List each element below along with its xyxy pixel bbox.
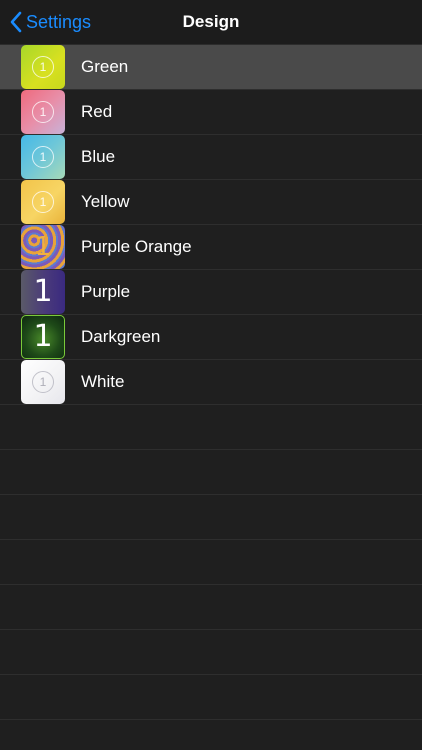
badge-number: 1 bbox=[33, 274, 53, 309]
design-list: 1 Green 1 Red 1 Blue 1 Yellow 1 Purple O… bbox=[0, 45, 422, 720]
red-theme-thumbnail: 1 bbox=[21, 90, 65, 134]
design-label: Red bbox=[81, 102, 113, 121]
empty-row bbox=[0, 675, 422, 720]
white-theme-thumbnail: 1 bbox=[21, 360, 65, 404]
navigation-bar: Settings Design bbox=[0, 0, 422, 45]
design-label: Purple bbox=[81, 282, 131, 301]
design-label: Darkgreen bbox=[81, 327, 161, 346]
design-label: Green bbox=[81, 57, 129, 76]
badge-number: 1 bbox=[34, 232, 52, 262]
design-row-yellow[interactable]: 1 Yellow bbox=[0, 180, 422, 225]
empty-row bbox=[0, 495, 422, 540]
design-label: Purple Orange bbox=[81, 237, 192, 256]
purple-theme-thumbnail: 1 bbox=[21, 270, 65, 314]
design-row-red[interactable]: 1 Red bbox=[0, 90, 422, 135]
design-row-purple[interactable]: 1 Purple bbox=[0, 270, 422, 315]
design-row-purple-orange[interactable]: 1 Purple Orange bbox=[0, 225, 422, 270]
purple-orange-theme-thumbnail: 1 bbox=[21, 225, 65, 269]
badge-number: 1 bbox=[33, 319, 53, 354]
darkgreen-theme-thumbnail: 1 bbox=[21, 315, 65, 359]
badge-circle-icon: 1 bbox=[32, 56, 54, 78]
badge-circle-icon: 1 bbox=[32, 101, 54, 123]
page-title: Design bbox=[182, 12, 240, 31]
yellow-theme-thumbnail: 1 bbox=[21, 180, 65, 224]
empty-row bbox=[0, 450, 422, 495]
empty-row bbox=[0, 405, 422, 450]
design-row-green[interactable]: 1 Green bbox=[0, 45, 422, 90]
design-label: White bbox=[81, 372, 125, 391]
empty-row bbox=[0, 630, 422, 675]
blue-theme-thumbnail: 1 bbox=[21, 135, 65, 179]
design-row-darkgreen[interactable]: 1 Darkgreen bbox=[0, 315, 422, 360]
design-row-blue[interactable]: 1 Blue bbox=[0, 135, 422, 180]
design-label: Yellow bbox=[81, 192, 130, 211]
badge-circle-icon: 1 bbox=[32, 146, 54, 168]
empty-row bbox=[0, 540, 422, 585]
badge-circle-icon: 1 bbox=[32, 371, 54, 393]
green-theme-thumbnail: 1 bbox=[21, 45, 65, 89]
design-label: Blue bbox=[81, 147, 116, 166]
badge-circle-icon: 1 bbox=[32, 191, 54, 213]
design-row-white[interactable]: 1 White bbox=[0, 360, 422, 405]
empty-row bbox=[0, 585, 422, 630]
